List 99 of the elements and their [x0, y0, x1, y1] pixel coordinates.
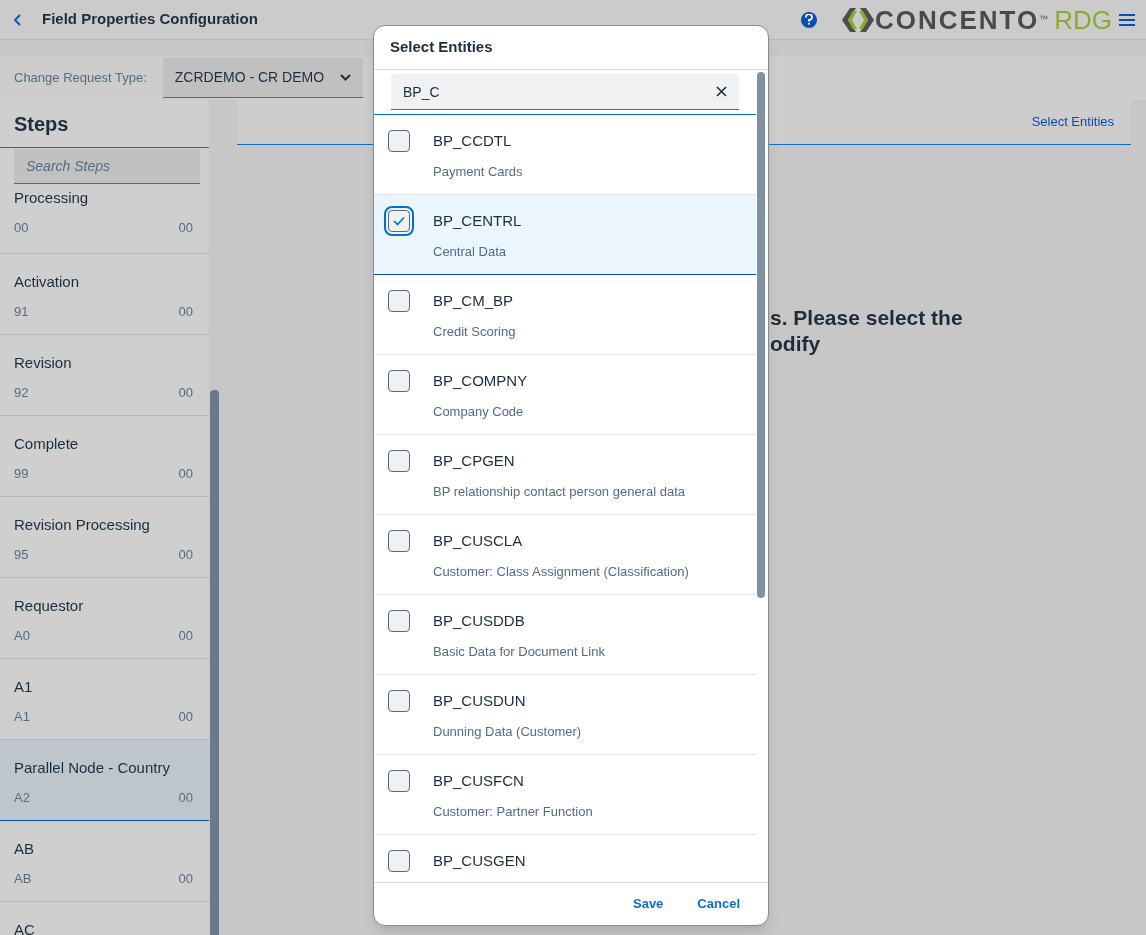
- entity-item[interactable]: BP_CUSDUN Dunning Data (Customer): [374, 675, 756, 755]
- step-version: 00: [178, 870, 193, 888]
- entity-code: BP_CUSCLA: [433, 532, 524, 550]
- save-button[interactable]: Save: [619, 888, 678, 920]
- clear-icon[interactable]: [716, 86, 727, 97]
- search-field[interactable]: Search Steps: [14, 149, 200, 184]
- step-version: 00: [178, 303, 193, 321]
- checkbox[interactable]: [388, 690, 410, 712]
- check-icon: [393, 216, 405, 226]
- step-code: 95: [14, 546, 29, 564]
- select-entities-link[interactable]: Select Entities: [1031, 112, 1114, 132]
- step-name: Complete: [14, 434, 80, 454]
- step-item[interactable]: Processing 00 00: [0, 184, 209, 254]
- entity-code: BP_CUSGEN: [433, 852, 526, 870]
- page-title: Field Properties Configuration: [42, 9, 258, 30]
- entity-code: BP_CM_BP: [433, 292, 515, 310]
- step-item[interactable]: Parallel Node - Country A2 00: [0, 740, 209, 821]
- entity-code: BP_CUSFCN: [433, 772, 525, 790]
- step-code: 91: [14, 303, 29, 321]
- step-code: AB: [14, 870, 32, 888]
- entity-description: Customer: Partner Function: [433, 803, 593, 821]
- checkbox[interactable]: [388, 130, 410, 152]
- step-name: AC: [14, 920, 36, 935]
- step-code: A0: [14, 627, 30, 645]
- entity-code: BP_COMPNY: [433, 372, 528, 390]
- help-button[interactable]: [800, 11, 817, 28]
- entity-description: Credit Scoring: [433, 323, 516, 341]
- request-type-select[interactable]: ZCRDEMO - CR DEMO: [162, 58, 363, 98]
- step-code: A2: [14, 789, 30, 807]
- filter-label: Change Request Type:: [14, 69, 147, 88]
- step-name: Revision: [14, 353, 73, 373]
- checkbox[interactable]: [388, 370, 410, 392]
- cancel-button[interactable]: Cancel: [683, 888, 754, 920]
- sidebar-title: Steps: [14, 111, 69, 137]
- message-text: odify: [770, 331, 822, 357]
- trademark-sign: ™: [1039, 12, 1049, 26]
- entity-description: BP relationship contact person general data: [433, 483, 685, 501]
- logo-text: CONCENTO: [874, 6, 1040, 33]
- scrollbar[interactable]: [757, 72, 765, 598]
- step-version: 00: [178, 627, 193, 645]
- entity-code: BP_CENTRL: [433, 212, 522, 230]
- entity-description: Dunning Data (Customer): [433, 723, 582, 741]
- step-item[interactable]: Revision Processing 95 00: [0, 497, 209, 578]
- entity-item[interactable]: BP_CUSFCN Customer: Partner Function: [374, 755, 756, 835]
- logo-icon: [840, 6, 875, 33]
- entity-code: BP_CUSDUN: [433, 692, 527, 710]
- entity-description: Company Code: [433, 403, 525, 421]
- checkbox[interactable]: [388, 290, 410, 312]
- step-item[interactable]: AC: [0, 902, 209, 935]
- step-item[interactable]: Complete 99 00: [0, 416, 209, 497]
- entity-item[interactable]: BP_CUSCLA Customer: Class Assignment (Classification): [374, 515, 756, 595]
- step-version: 00: [178, 789, 193, 807]
- help-icon: [804, 14, 813, 25]
- entity-item[interactable]: BP_COMPNY Company Code: [374, 355, 756, 435]
- step-item[interactable]: Requestor A0 00: [0, 578, 209, 659]
- step-name: Activation: [14, 272, 81, 292]
- search-field[interactable]: BP_C: [391, 74, 739, 110]
- checkbox[interactable]: [388, 610, 410, 632]
- step-version: 00: [178, 384, 193, 402]
- step-name: A1: [14, 677, 34, 697]
- step-item[interactable]: Activation 91 00: [0, 254, 209, 335]
- entity-code: BP_CUSDDB: [433, 612, 526, 630]
- entity-description: Basic Data for Document Link: [433, 643, 605, 661]
- logo-suffix: RDG: [1054, 6, 1112, 33]
- step-name: Revision Processing: [14, 515, 151, 535]
- step-code: 99: [14, 465, 29, 483]
- entity-description: Customer: Class Assignment (Classification): [433, 563, 689, 581]
- entity-item[interactable]: BP_CM_BP Credit Scoring: [374, 275, 756, 355]
- step-version: 00: [178, 465, 193, 483]
- step-version: 00: [178, 708, 193, 726]
- step-code: 92: [14, 384, 29, 402]
- step-name: Requestor: [14, 596, 85, 616]
- step-item[interactable]: AB AB 00: [0, 821, 209, 902]
- step-version: 00: [178, 546, 193, 564]
- entity-item[interactable]: BP_CUSDDB Basic Data for Document Link: [374, 595, 756, 675]
- step-name: AB: [14, 839, 35, 859]
- step-name: Processing: [14, 188, 90, 208]
- step-name: Parallel Node - Country: [14, 758, 171, 778]
- dropdown-icon: [339, 74, 351, 81]
- menu-icon: [1119, 12, 1135, 27]
- step-code: 00: [14, 219, 29, 237]
- checkbox[interactable]: [388, 850, 410, 872]
- entity-code: BP_CPGEN: [433, 452, 516, 470]
- entity-item[interactable]: BP_CENTRL Central Data: [374, 195, 756, 275]
- checkbox[interactable]: [388, 770, 410, 792]
- checkbox[interactable]: [388, 450, 410, 472]
- entity-description: Payment Cards: [433, 163, 523, 181]
- step-item[interactable]: Revision 92 00: [0, 335, 209, 416]
- step-code: A1: [14, 708, 30, 726]
- entity-description: Central Data: [433, 243, 507, 261]
- scrollbar[interactable]: [210, 390, 219, 935]
- dialog-title: Select Entities: [390, 37, 493, 58]
- entity-item[interactable]: BP_CPGEN BP relationship contact person general data: [374, 435, 756, 515]
- checkbox[interactable]: [388, 530, 410, 552]
- entity-code: BP_CCDTL: [433, 132, 513, 150]
- step-version: 00: [178, 219, 193, 237]
- entity-item[interactable]: BP_CUSGEN: [374, 835, 756, 882]
- back-icon: [12, 13, 22, 26]
- message-text: s. Please select the: [770, 305, 963, 331]
